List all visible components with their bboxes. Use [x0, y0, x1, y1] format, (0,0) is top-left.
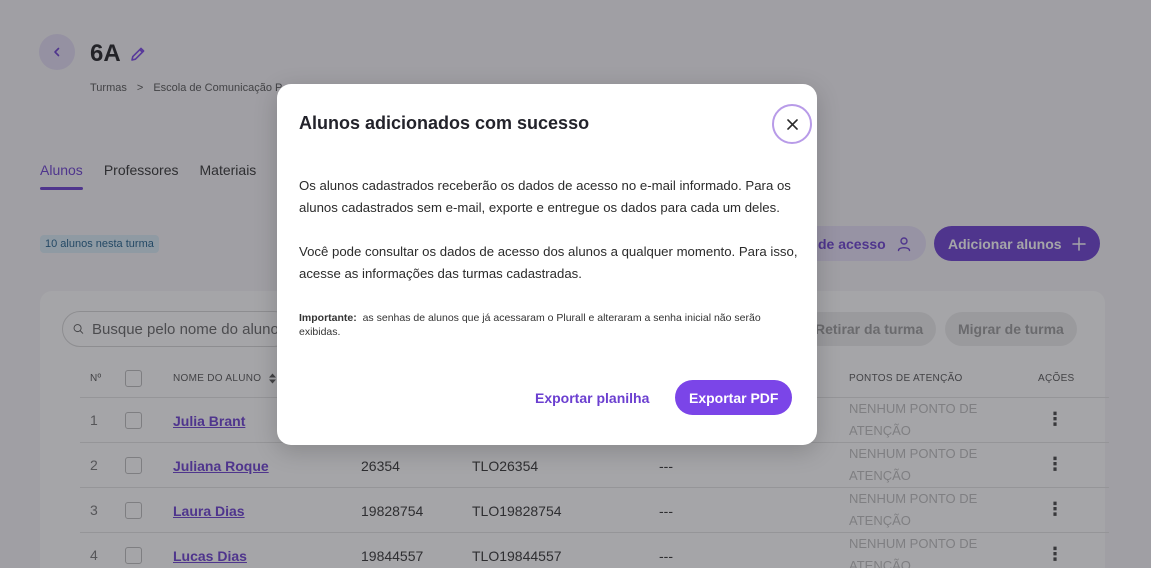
- dialog-important-note: Importante: as senhas de alunos que já a…: [299, 311, 789, 339]
- close-icon: [786, 118, 798, 130]
- note-text: as senhas de alunos que já acessaram o P…: [299, 312, 761, 338]
- note-label: Importante:: [299, 312, 357, 324]
- close-button[interactable]: [772, 104, 812, 144]
- dialog-paragraph-email: Os alunos cadastrados receberão os dados…: [299, 178, 791, 215]
- export-pdf-button[interactable]: Exportar PDF: [675, 380, 793, 415]
- dialog-title: Alunos adicionados com sucesso: [299, 113, 590, 133]
- dialog-paragraph-access: Você pode consultar os dados de acesso d…: [299, 244, 798, 281]
- export-spreadsheet-button[interactable]: Exportar planilha: [529, 380, 655, 415]
- success-dialog: Alunos adicionados com sucesso Os alunos…: [277, 84, 817, 445]
